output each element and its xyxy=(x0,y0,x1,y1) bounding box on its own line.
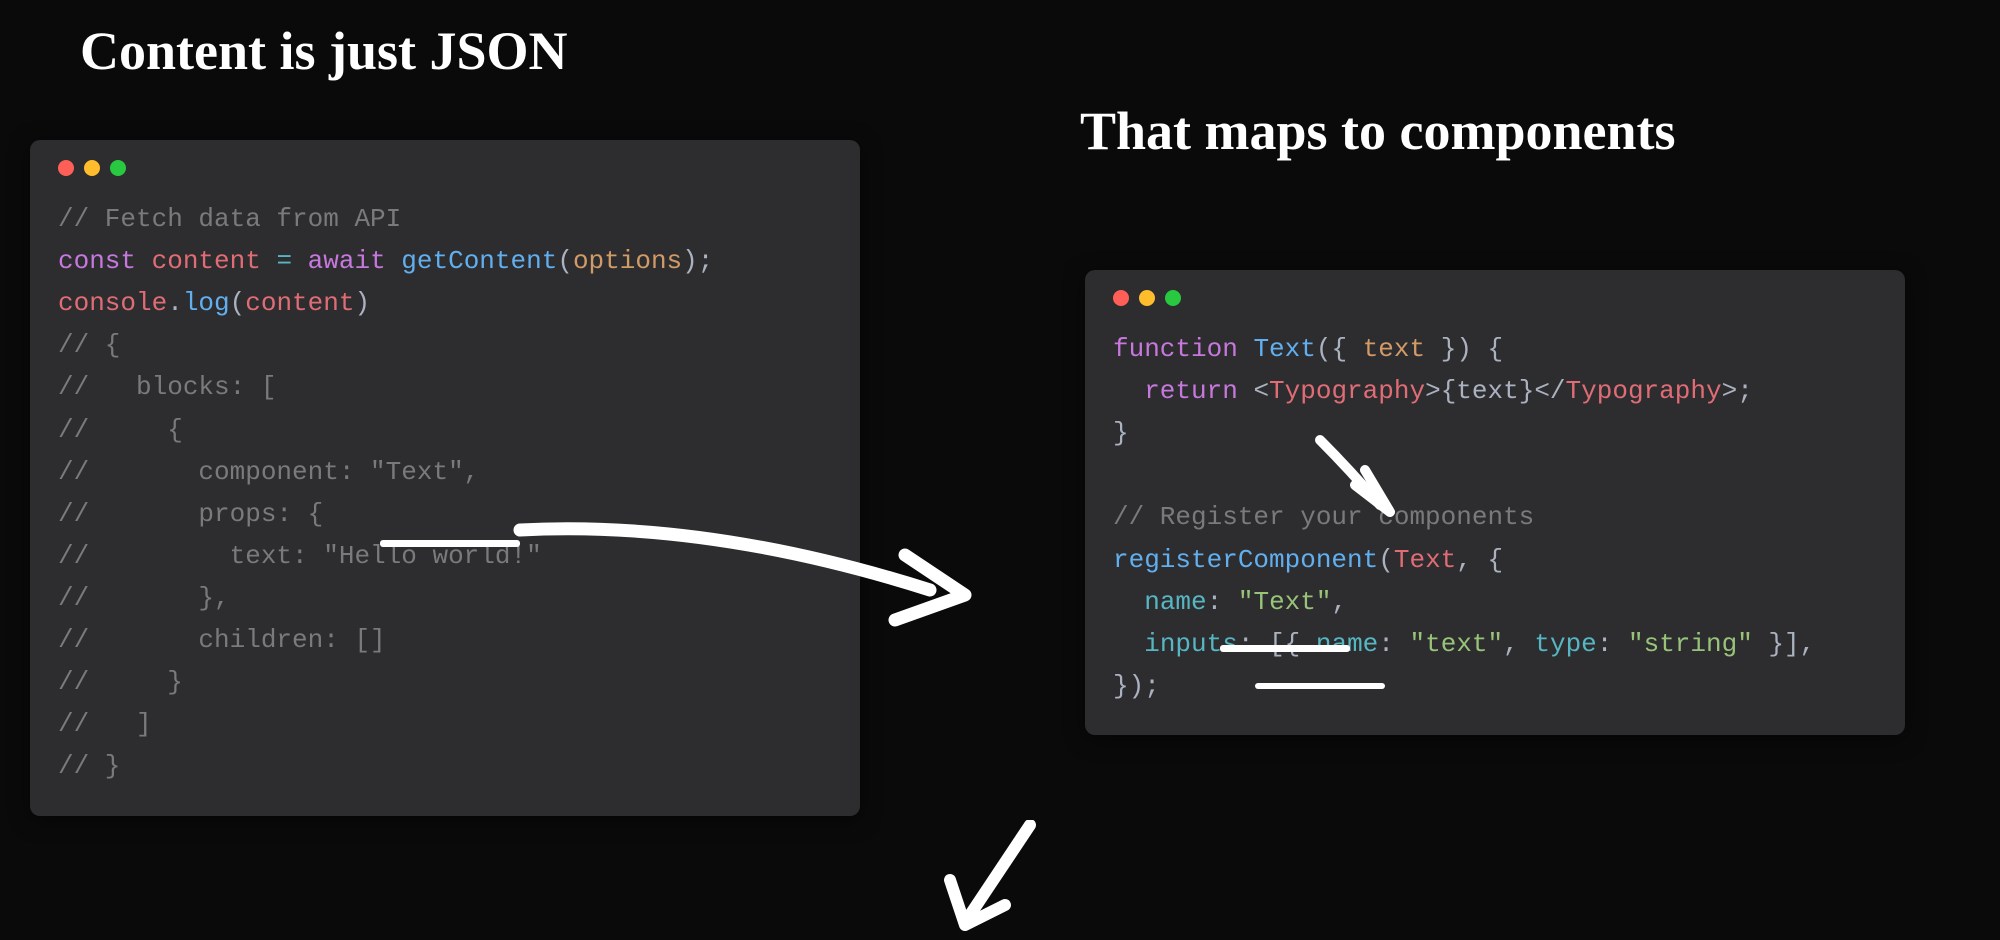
code-token: > xyxy=(1425,376,1441,406)
code-token: , xyxy=(1800,629,1816,659)
traffic-lights xyxy=(1113,290,1877,306)
annotation-underline-icon xyxy=(1255,683,1385,689)
code-line: // ] xyxy=(58,709,152,739)
code-line: // Register your components xyxy=(1113,502,1534,532)
code-token: type xyxy=(1534,629,1596,659)
code-line: // } xyxy=(58,751,120,781)
heading-right: That maps to components xyxy=(1080,100,1676,162)
code-token: log xyxy=(183,288,230,318)
close-icon xyxy=(1113,290,1129,306)
code-token: Typography xyxy=(1269,376,1425,406)
code-token: ( xyxy=(1316,334,1332,364)
code-token: ( xyxy=(1378,545,1394,575)
code-token xyxy=(1113,629,1144,659)
code-token: await xyxy=(308,246,386,276)
code-token: Typography xyxy=(1566,376,1722,406)
code-line: // blocks: [ xyxy=(58,372,276,402)
code-line: // component: "Text", xyxy=(58,457,479,487)
code-token: registerComponent xyxy=(1113,545,1378,575)
code-token: ) xyxy=(682,246,698,276)
code-token: ) xyxy=(1456,334,1472,364)
code-token: Text xyxy=(1394,545,1456,575)
maximize-icon xyxy=(1165,290,1181,306)
code-token: ( xyxy=(557,246,573,276)
code-line: // Fetch data from API xyxy=(58,204,401,234)
code-token: , xyxy=(1331,587,1347,617)
code-token: getContent xyxy=(401,246,557,276)
code-line: // props: { xyxy=(58,499,323,529)
code-token: </ xyxy=(1534,376,1565,406)
code-token: const xyxy=(58,246,136,276)
code-token: options xyxy=(573,246,682,276)
code-line: // { xyxy=(58,415,183,445)
annotation-underline-icon xyxy=(1220,645,1350,652)
code-token: name xyxy=(1144,587,1206,617)
heading-left: Content is just JSON xyxy=(80,20,568,82)
code-token: "string" xyxy=(1628,629,1753,659)
code-token: : xyxy=(1238,629,1269,659)
code-window-json: // Fetch data from API const content = a… xyxy=(30,140,860,816)
minimize-icon xyxy=(84,160,100,176)
code-token: , xyxy=(1503,629,1534,659)
code-line: // }, xyxy=(58,583,230,613)
minimize-icon xyxy=(1139,290,1155,306)
code-token: text xyxy=(1363,334,1425,364)
code-token: { xyxy=(1488,545,1504,575)
code-token: [{ xyxy=(1269,629,1316,659)
code-token: = xyxy=(276,246,292,276)
code-token: ( xyxy=(230,288,246,318)
code-token: ) xyxy=(354,288,370,318)
code-token: }] xyxy=(1753,629,1800,659)
arrow-down-icon xyxy=(920,820,1060,940)
code-line: } xyxy=(1113,418,1129,448)
maximize-icon xyxy=(110,160,126,176)
code-token: { xyxy=(1331,334,1362,364)
code-token: > xyxy=(1722,376,1738,406)
code-token xyxy=(1113,587,1144,617)
code-token: text xyxy=(1456,376,1518,406)
code-token: : xyxy=(1207,587,1238,617)
code-line: // } xyxy=(58,667,183,697)
code-token: content xyxy=(152,246,261,276)
code-token: < xyxy=(1253,376,1269,406)
code-token: , xyxy=(1456,545,1487,575)
code-token: ; xyxy=(698,246,714,276)
code-token: inputs xyxy=(1144,629,1238,659)
close-icon xyxy=(58,160,74,176)
annotation-underline-icon xyxy=(380,540,520,547)
code-token: content xyxy=(245,288,354,318)
code-token: . xyxy=(167,288,183,318)
code-line: // { xyxy=(58,330,120,360)
code-token: { xyxy=(1472,334,1503,364)
code-token: console xyxy=(58,288,167,318)
code-token: return xyxy=(1113,376,1253,406)
code-token: function xyxy=(1113,334,1238,364)
code-token: name xyxy=(1316,629,1378,659)
code-token: "text" xyxy=(1410,629,1504,659)
code-token: { xyxy=(1441,376,1457,406)
code-token: } xyxy=(1425,334,1456,364)
code-line: // children: [] xyxy=(58,625,386,655)
code-token: ; xyxy=(1737,376,1753,406)
code-window-component: function Text({ text }) { return <Typogr… xyxy=(1085,270,1905,735)
code-block-left: // Fetch data from API const content = a… xyxy=(58,198,832,788)
code-token: : xyxy=(1597,629,1628,659)
traffic-lights xyxy=(58,160,832,176)
code-token: : xyxy=(1378,629,1409,659)
code-line: }); xyxy=(1113,671,1160,701)
code-token: "Text" xyxy=(1238,587,1332,617)
code-token: } xyxy=(1519,376,1535,406)
code-token: Text xyxy=(1253,334,1315,364)
